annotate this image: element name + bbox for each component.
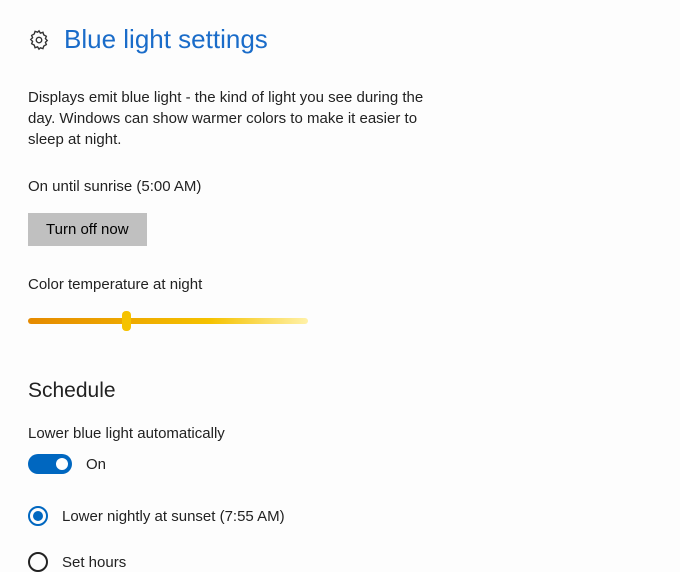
radio-icon (28, 506, 48, 526)
radio-option-set-hours[interactable]: Set hours (28, 552, 652, 572)
radio-option-sunset[interactable]: Lower nightly at sunset (7:55 AM) (28, 506, 652, 526)
status-text: On until sunrise (5:00 AM) (28, 178, 652, 195)
page-header: Blue light settings (28, 24, 652, 55)
radio-icon (28, 552, 48, 572)
slider-thumb[interactable] (122, 311, 131, 331)
radio-label: Lower nightly at sunset (7:55 AM) (62, 508, 285, 525)
description-text: Displays emit blue light - the kind of l… (28, 87, 448, 150)
auto-lower-label: Lower blue light automatically (28, 425, 652, 442)
radio-label: Set hours (62, 554, 126, 571)
schedule-heading: Schedule (28, 379, 652, 403)
page-title: Blue light settings (64, 24, 268, 55)
auto-lower-toggle[interactable] (28, 454, 72, 474)
toggle-state-label: On (86, 456, 106, 473)
color-temperature-slider[interactable] (28, 311, 308, 331)
slider-track (28, 318, 308, 324)
gear-icon (28, 29, 50, 51)
color-temperature-label: Color temperature at night (28, 276, 652, 293)
toggle-knob (56, 458, 68, 470)
turn-off-button[interactable]: Turn off now (28, 213, 147, 246)
